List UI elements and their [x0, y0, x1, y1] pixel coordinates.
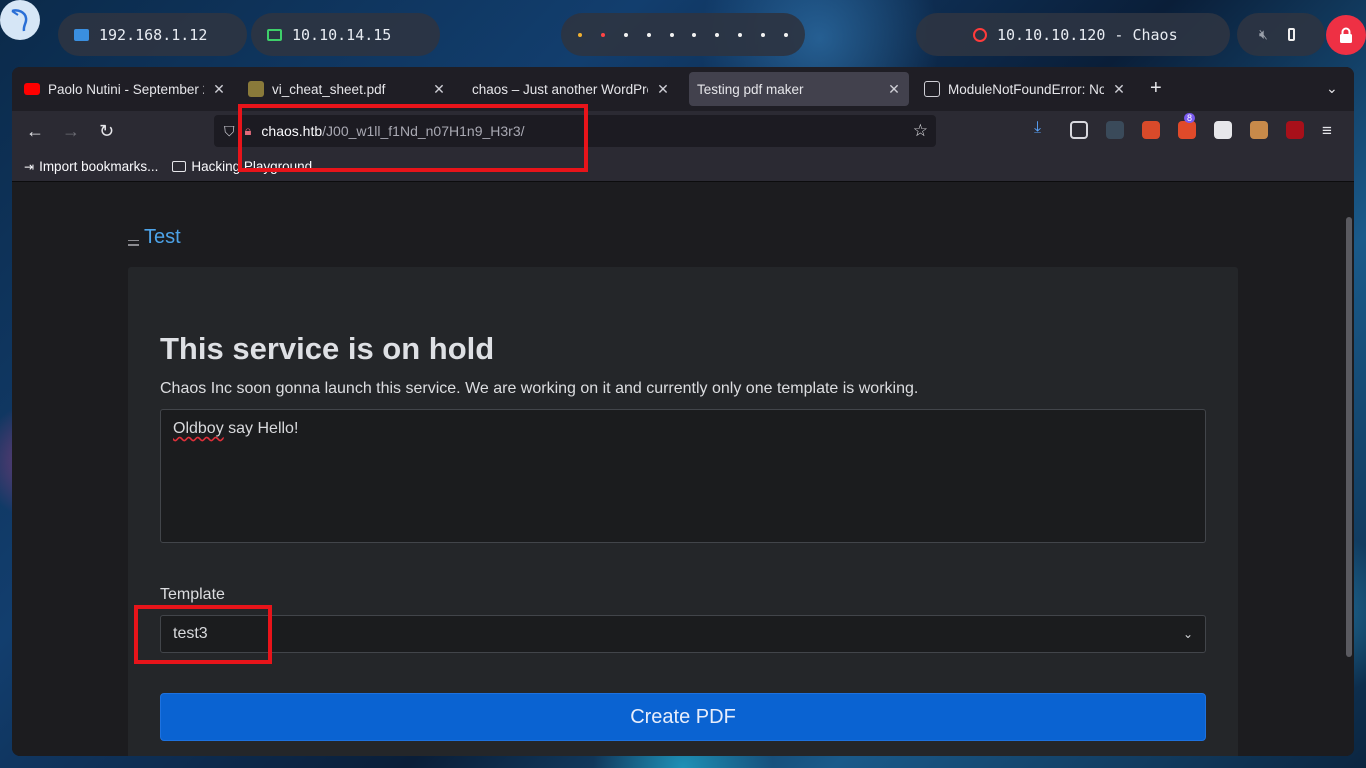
service-card: This service is on hold Chaos Inc soon g… [128, 267, 1238, 756]
hamburger-menu-icon[interactable]: ≡ [1322, 121, 1332, 141]
lock-screen-button[interactable] [1326, 15, 1366, 55]
network-icon [74, 28, 89, 41]
folder-icon [172, 161, 187, 172]
new-tab-button[interactable]: + [1150, 78, 1162, 98]
page-content: Test This service is on hold Chaos Inc s… [12, 182, 1354, 756]
broken-image-icon [128, 240, 139, 246]
close-tab-icon[interactable]: ✕ [212, 81, 226, 98]
extensions-puzzle-icon[interactable] [1070, 121, 1088, 139]
vpn-ip-widget: 10.10.14.15 [251, 13, 440, 56]
close-tab-icon[interactable]: ✕ [1112, 81, 1126, 98]
tab-modulenotfound[interactable]: ModuleNotFoundError: No ✕ [916, 72, 1134, 106]
downloads-icon[interactable]: ⤓ [1034, 119, 1052, 137]
tab-youtube[interactable]: Paolo Nutini - September 2 ✕ [16, 72, 234, 106]
workspace-dot[interactable] [578, 32, 583, 37]
crosshair-icon [973, 27, 987, 42]
workspace-dot[interactable] [715, 32, 720, 37]
system-tray: 🔇︎ [1237, 13, 1325, 56]
close-tab-icon[interactable]: ✕ [656, 81, 670, 98]
tab-testing-pdf-maker[interactable]: Testing pdf maker ✕ [689, 72, 909, 106]
url-highlight-box [238, 104, 588, 172]
bookmark-import[interactable]: ⇥ Import bookmarks... [24, 159, 158, 174]
reload-button[interactable]: ↻ [99, 121, 114, 141]
tab-strip: Paolo Nutini - September 2 ✕ vi_cheat_sh… [12, 67, 1354, 111]
template-label: Template [160, 586, 225, 603]
workspace-dot[interactable] [601, 32, 606, 37]
workspace-dot[interactable] [783, 32, 788, 37]
close-tab-icon[interactable]: ✕ [432, 81, 446, 98]
ublock-icon[interactable] [1286, 121, 1304, 139]
test-link[interactable]: Test [144, 226, 181, 249]
chevron-down-icon: ⌄ [1182, 627, 1193, 641]
navigation-toolbar: ← → ↻ ⛉ 🔒︎ chaos.htb/J00_w1ll_f1Nd_n07H1… [12, 111, 1354, 152]
shield-icon[interactable]: ⛉ [224, 123, 235, 140]
workspace-dot[interactable] [737, 32, 742, 37]
battery-icon[interactable] [1287, 28, 1295, 41]
workspace-dot[interactable] [646, 32, 651, 37]
workspace-dot[interactable] [760, 32, 765, 37]
bookmarks-toolbar: ⇥ Import bookmarks... Hacking Playground [12, 152, 1354, 182]
close-tab-icon[interactable]: ✕ [887, 81, 901, 98]
local-ip-widget: 192.168.1.12 [58, 13, 247, 56]
import-icon: ⇥ [24, 159, 35, 174]
glasses-extension-icon[interactable] [1106, 121, 1124, 139]
list-all-tabs-chevron-icon[interactable]: ⌄ [1326, 80, 1338, 97]
scrollbar[interactable] [1346, 217, 1352, 657]
template-highlight-box [134, 605, 272, 664]
fox-extension-icon[interactable]: 8 [1178, 113, 1196, 139]
face-extension-icon[interactable] [1250, 121, 1268, 139]
youtube-icon [24, 83, 40, 95]
page-title: This service is on hold [160, 331, 495, 366]
content-textarea[interactable]: Oldboy say Hello! [160, 409, 1206, 543]
service-description: Chaos Inc soon gonna launch this service… [160, 380, 919, 397]
cookie-extension-icon[interactable] [1214, 121, 1232, 139]
back-button[interactable]: ← [26, 121, 44, 141]
workspace-dot[interactable] [669, 32, 674, 37]
workspace-dot[interactable] [692, 32, 697, 37]
workspace-indicator[interactable] [561, 13, 805, 56]
tab-chaos-wordpress[interactable]: chaos – Just another WordPress ✕ [464, 72, 678, 106]
muted-speaker-icon[interactable]: 🔇︎ [1259, 26, 1268, 43]
tab-vi-cheat-sheet[interactable]: vi_cheat_sheet.pdf ✕ [240, 72, 454, 106]
create-pdf-button[interactable]: Create PDF [160, 693, 1206, 741]
pdf-icon [248, 81, 264, 97]
cube-icon [924, 81, 940, 97]
workspace-dot[interactable] [623, 32, 628, 37]
laptop-icon [267, 28, 282, 41]
bookmark-star-icon[interactable]: ☆ [913, 121, 928, 141]
template-select[interactable]: test3 ⌄ [160, 615, 1206, 653]
santa-extension-icon[interactable] [1142, 121, 1160, 139]
lock-icon [1340, 27, 1352, 43]
forward-button[interactable]: → [62, 121, 80, 141]
target-widget: 10.10.10.120 - Chaos [916, 13, 1230, 56]
